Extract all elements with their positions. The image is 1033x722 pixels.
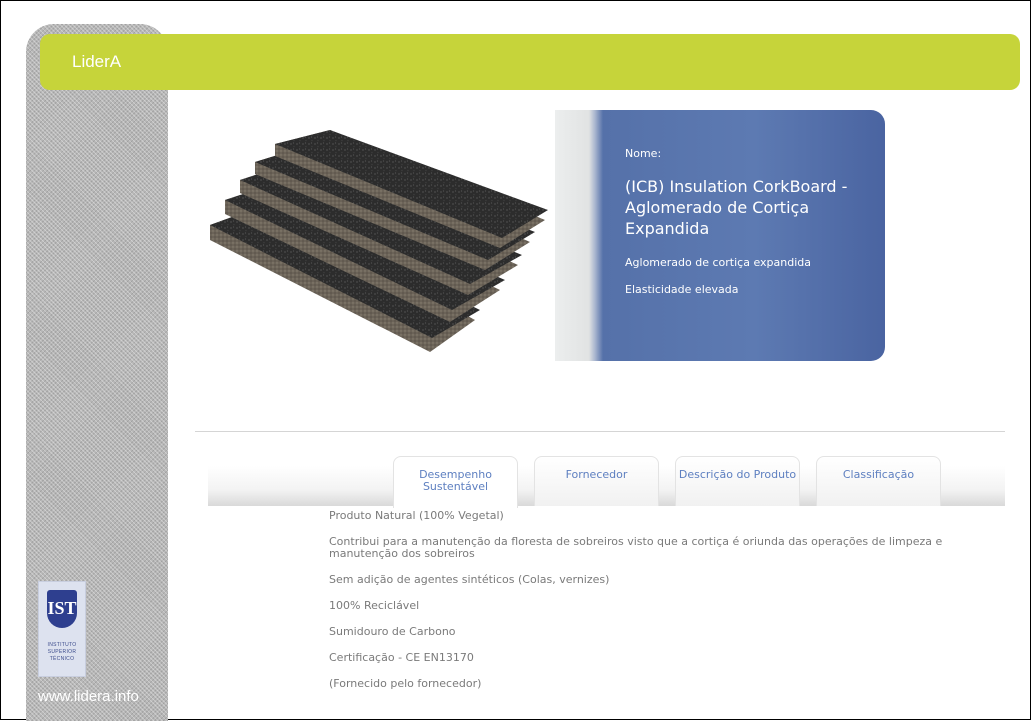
detail-item: Contribui para a manutenção da floresta … xyxy=(329,535,943,560)
cork-sheet-stack xyxy=(210,130,548,352)
product-info-card: Nome: (ICB) Insulation CorkBoard - Aglom… xyxy=(555,110,885,361)
sustainability-details: Produto Natural (100% Vegetal) Contribui… xyxy=(329,510,999,704)
ist-logo: IST INSTITUTO SUPERIOR TÉCNICO xyxy=(38,581,86,677)
tab-desempenho-sustentavel[interactable]: Desempenho Sustentável xyxy=(393,456,518,508)
name-label: Nome: xyxy=(625,147,662,160)
tab-descricao-produto[interactable]: Descrição do Produto xyxy=(675,456,800,506)
tab-label: Fornecedor xyxy=(565,468,628,481)
product-feature: Elasticidade elevada xyxy=(625,283,739,296)
detail-item: Sumidouro de Carbono xyxy=(329,625,456,638)
ist-logo-caption: INSTITUTO SUPERIOR TÉCNICO xyxy=(47,642,77,662)
product-name: (ICB) Insulation CorkBoard - Aglomerado … xyxy=(625,177,848,238)
top-banner xyxy=(40,34,1020,90)
detail-item: 100% Reciclável xyxy=(329,599,420,612)
detail-item: Produto Natural (100% Vegetal) xyxy=(329,509,504,522)
product-feature: Aglomerado de cortiça expandida xyxy=(625,256,811,269)
tab-label: Classificação xyxy=(842,468,915,481)
tab-fornecedor[interactable]: Fornecedor xyxy=(534,456,659,506)
detail-item: Sem adição de agentes sintéticos (Colas,… xyxy=(329,573,610,586)
site-url-link[interactable]: www.lidera.info xyxy=(38,688,139,705)
detail-item: Certificação - CE EN13170 xyxy=(329,651,474,664)
tab-label: Desempenho Sustentável xyxy=(419,468,492,493)
cork-board-image xyxy=(210,130,548,352)
section-divider xyxy=(195,431,1005,432)
ist-shield-icon: IST xyxy=(47,590,77,628)
brand-title[interactable]: LiderA xyxy=(72,52,121,72)
ist-shield-mark: IST xyxy=(47,598,77,618)
tab-label: Descrição do Produto xyxy=(678,468,797,481)
tab-classificacao[interactable]: Classificação xyxy=(816,456,941,506)
detail-item: (Fornecido pelo fornecedor) xyxy=(329,677,482,690)
